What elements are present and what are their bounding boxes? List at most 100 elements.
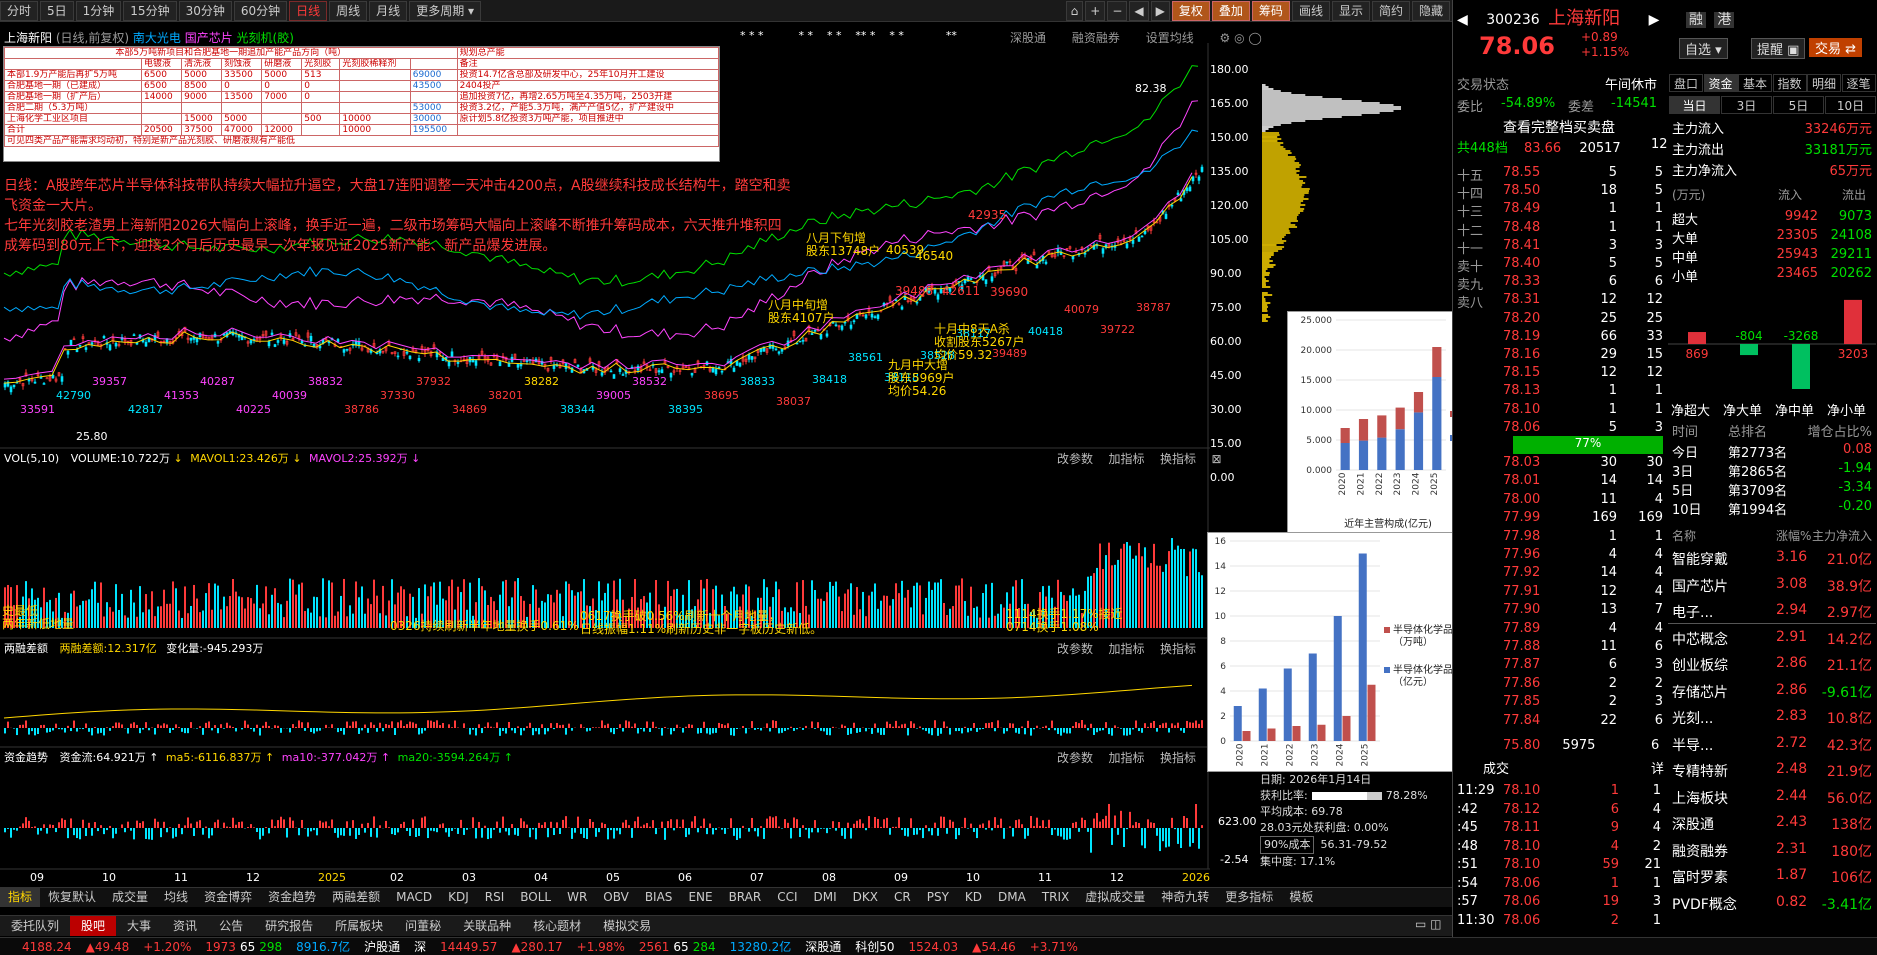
sh-connect[interactable]: 沪股通	[364, 938, 400, 955]
func-tab-2[interactable]: 大事	[116, 916, 162, 936]
margin-link[interactable]: 融资融券	[1072, 31, 1120, 45]
period-tab-8[interactable]: 月线	[369, 0, 408, 21]
fund-period-tab-1[interactable]: 3日	[1721, 96, 1772, 114]
period-tab-2[interactable]: 1分钟	[75, 0, 122, 21]
vol-add-button[interactable]: 加指标	[1109, 452, 1145, 466]
chips-button[interactable]: 筹码	[1251, 0, 1290, 21]
indicator-tab-21[interactable]: KD	[957, 888, 990, 907]
sz-connect[interactable]: 深股通	[805, 938, 841, 955]
period-tab-3[interactable]: 15分钟	[123, 0, 177, 21]
full-book-link[interactable]: 查看完整档买卖盘	[1503, 117, 1615, 137]
indicator-tab-15[interactable]: BRAR	[721, 888, 770, 907]
ticks-more-link[interactable]: 详	[1651, 758, 1664, 777]
overlay-tag-2[interactable]: 国产芯片	[185, 31, 233, 45]
indicator-tab-18[interactable]: DKX	[845, 888, 886, 907]
period-tab-6[interactable]: 日线	[289, 0, 328, 21]
right-tab-4[interactable]: 明细	[1807, 74, 1841, 92]
period-tab-5[interactable]: 60分钟	[233, 0, 288, 21]
trade-button[interactable]: 交易 ⇄	[1809, 38, 1863, 57]
vol-edit-button[interactable]: 改参数	[1057, 452, 1093, 466]
sector-row[interactable]: 存储芯片 2.86 -9.61亿	[1668, 678, 1876, 704]
indicator-tab-23[interactable]: TRIX	[1034, 888, 1077, 907]
indicator-tab-0[interactable]: 指标	[0, 888, 41, 907]
indicator-tab-26[interactable]: 更多指标	[1217, 888, 1281, 907]
right-tab-5[interactable]: 逐笔	[1841, 74, 1876, 92]
sector-row[interactable]: PVDF概念 0.82 -3.41亿	[1668, 890, 1876, 916]
right-tab-1[interactable]: 资金	[1703, 74, 1738, 92]
sector-row[interactable]: 富时罗素 1.87 106亿	[1668, 863, 1876, 889]
indicator-tab-2[interactable]: 成交量	[104, 888, 156, 907]
indicator-tab-3[interactable]: 均线	[156, 888, 196, 907]
indicator-tab-20[interactable]: PSY	[919, 888, 957, 907]
flow-edit-button[interactable]: 改参数	[1057, 751, 1093, 765]
vol-swap-button[interactable]: 换指标	[1160, 452, 1196, 466]
indicator-tab-10[interactable]: BOLL	[512, 888, 559, 907]
indicator-tab-22[interactable]: DMA	[990, 888, 1034, 907]
margin-edit-button[interactable]: 改参数	[1057, 642, 1093, 656]
hide-button[interactable]: 隐藏	[1411, 0, 1450, 21]
indicator-tab-25[interactable]: 神奇九转	[1153, 888, 1217, 907]
indicator-tab-8[interactable]: KDJ	[440, 888, 477, 907]
func-tab-10[interactable]: 模拟交易	[592, 916, 662, 936]
flow-add-button[interactable]: 加指标	[1109, 751, 1145, 765]
indicator-tab-19[interactable]: CR	[886, 888, 919, 907]
sector-row[interactable]: 中芯概念 2.91 14.2亿	[1668, 625, 1876, 651]
overlay-button[interactable]: 叠加	[1211, 0, 1250, 21]
overlay-tag-1[interactable]: 南大光电	[133, 31, 181, 45]
sector-row[interactable]: 上海板块 2.44 56.0亿	[1668, 784, 1876, 810]
period-tab-7[interactable]: 周线	[329, 0, 368, 21]
alert-button[interactable]: 提醒 ▣	[1751, 38, 1806, 59]
ma-settings-link[interactable]: 设置均线	[1146, 31, 1194, 45]
vol-close-icon[interactable]: ⊠	[1212, 452, 1222, 466]
indicator-tab-7[interactable]: MACD	[388, 888, 440, 907]
func-tab-3[interactable]: 资讯	[162, 916, 208, 936]
indicator-tab-16[interactable]: CCI	[769, 888, 805, 907]
fund-period-tab-0[interactable]: 当日	[1669, 96, 1720, 114]
period-tab-9[interactable]: 更多周期 ▾	[409, 0, 482, 21]
minus-icon[interactable]: −	[1107, 0, 1128, 21]
plus-icon[interactable]: +	[1085, 0, 1106, 21]
right-icon[interactable]: ▶	[1150, 0, 1170, 21]
draw-button[interactable]: 画线	[1291, 0, 1330, 21]
watchlist-button[interactable]: 自选 ▾	[1679, 38, 1728, 59]
lock-icon[interactable]: ⌂	[1065, 0, 1084, 21]
simple-button[interactable]: 简约	[1371, 0, 1410, 21]
sector-row[interactable]: 智能穿戴 3.16 21.0亿	[1668, 545, 1876, 571]
right-tab-3[interactable]: 指数	[1772, 74, 1807, 92]
indicator-tab-27[interactable]: 模板	[1281, 888, 1321, 907]
hk-connect-link[interactable]: 深股通	[1010, 31, 1046, 45]
fund-period-tab-2[interactable]: 5日	[1773, 96, 1824, 114]
display-button[interactable]: 显示	[1331, 0, 1370, 21]
sector-row[interactable]: 融资融券 2.31 180亿	[1668, 837, 1876, 863]
sector-row[interactable]: 深股通 2.43 138亿	[1668, 810, 1876, 836]
indicator-tab-11[interactable]: WR	[559, 888, 595, 907]
func-bar-icons[interactable]: ▭ ◫	[1415, 917, 1442, 931]
indicator-tab-14[interactable]: ENE	[680, 888, 720, 907]
func-tab-7[interactable]: 问董秘	[394, 916, 452, 936]
fund-period-tab-3[interactable]: 10日	[1825, 96, 1876, 114]
indicator-tab-17[interactable]: DMI	[806, 888, 845, 907]
indicator-tab-6[interactable]: 两融差额	[324, 888, 388, 907]
period-tab-4[interactable]: 30分钟	[178, 0, 232, 21]
right-tab-2[interactable]: 基本	[1738, 74, 1772, 92]
indicator-tab-5[interactable]: 资金趋势	[260, 888, 324, 907]
func-tab-9[interactable]: 核心题材	[522, 916, 592, 936]
sector-row[interactable]: 国产芯片 3.08 38.9亿	[1668, 572, 1876, 598]
indicator-tab-13[interactable]: BIAS	[637, 888, 681, 907]
func-tab-4[interactable]: 公告	[208, 916, 254, 936]
left-icon[interactable]: ◀	[1129, 0, 1149, 21]
func-tab-8[interactable]: 关联品种	[452, 916, 522, 936]
overlay-tag-3[interactable]: 光刻机(胶)	[237, 31, 294, 45]
func-tab-0[interactable]: 委托队列	[0, 916, 70, 936]
prev-stock-icon[interactable]: ◀	[1457, 12, 1468, 28]
right-tab-0[interactable]: 盘口	[1669, 74, 1703, 92]
indicator-tab-9[interactable]: RSI	[477, 888, 513, 907]
indicator-tab-12[interactable]: OBV	[595, 888, 637, 907]
func-tab-5[interactable]: 研究报告	[254, 916, 324, 936]
margin-add-button[interactable]: 加指标	[1109, 642, 1145, 656]
sector-row[interactable]: 光刻... 2.83 10.8亿	[1668, 704, 1876, 730]
period-tab-0[interactable]: 分时	[0, 0, 39, 21]
indicator-tab-24[interactable]: 虚拟成交量	[1077, 888, 1153, 907]
restore-rights-button[interactable]: 复权	[1171, 0, 1210, 21]
sector-row[interactable]: 专精特新 2.48 21.9亿	[1668, 757, 1876, 783]
